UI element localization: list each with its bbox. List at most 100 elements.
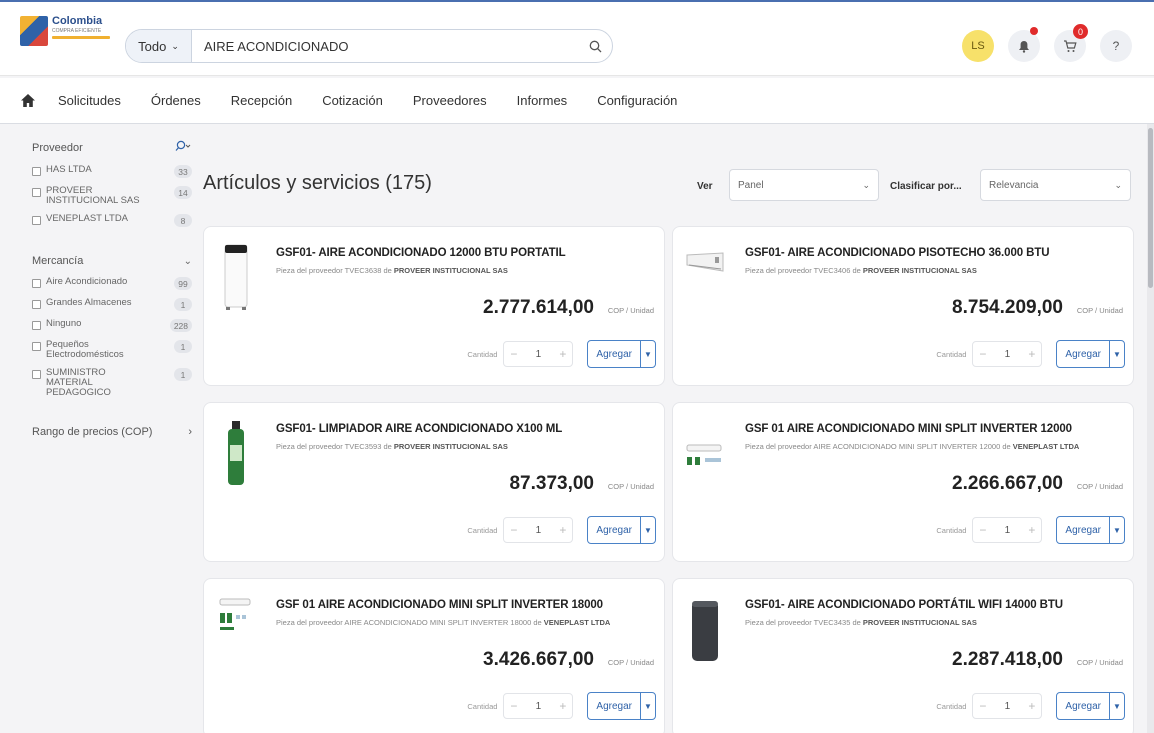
nav-solicitudes[interactable]: Solicitudes — [58, 93, 121, 108]
quantity-stepper[interactable]: − 1 + — [972, 341, 1043, 367]
product-title[interactable]: GSF 01 AIRE ACONDICIONADO MINI SPLIT INV… — [276, 599, 603, 611]
provider-filter-header[interactable]: Proveedor — [32, 140, 192, 155]
nav-recepcion[interactable]: Recepción — [231, 93, 292, 108]
mini-split-icon[interactable] — [216, 597, 256, 667]
quantity-stepper[interactable]: − 1 + — [972, 693, 1043, 719]
merch-filter-header[interactable]: Mercancía ⌄ — [32, 255, 192, 267]
mini-split-icon[interactable] — [685, 443, 725, 513]
price-unit: COP / Unidad — [607, 658, 654, 667]
add-to-cart-button[interactable]: Agregar ▼ — [1056, 692, 1125, 720]
product-title[interactable]: GSF01- AIRE ACONDICIONADO PORTÁTIL WIFI … — [745, 599, 1063, 611]
search-category-dropdown[interactable]: Todo ⌄ — [126, 30, 192, 62]
search-icon[interactable] — [578, 40, 612, 53]
filter-option-merch[interactable]: Grandes Almacenes 1 — [32, 298, 192, 311]
chevron-down-icon[interactable]: ▼ — [1110, 341, 1124, 367]
quantity-value[interactable]: 1 — [1005, 701, 1011, 712]
filter-search-icon[interactable] — [172, 140, 192, 155]
user-avatar[interactable]: LS — [962, 30, 994, 62]
quantity-value[interactable]: 1 — [1005, 349, 1011, 360]
product-card[interactable]: GSF01- AIRE ACONDICIONADO PISOTECHO 36.0… — [672, 226, 1134, 386]
minus-icon[interactable]: − — [979, 699, 986, 713]
plus-icon[interactable]: + — [1028, 523, 1035, 537]
filter-option-merch[interactable]: Aire Acondicionado 99 — [32, 277, 192, 290]
product-card[interactable]: GSF01- AIRE ACONDICIONADO PORTÁTIL WIFI … — [672, 578, 1134, 733]
minus-icon[interactable]: − — [979, 347, 986, 361]
colombia-compra-logo[interactable]: Colombia COMPRA EFICIENTE — [20, 16, 112, 54]
add-to-cart-button[interactable]: Agregar ▼ — [587, 516, 656, 544]
product-card[interactable]: GSF 01 AIRE ACONDICIONADO MINI SPLIT INV… — [203, 578, 665, 733]
minus-icon[interactable]: − — [510, 699, 517, 713]
add-to-cart-button[interactable]: Agregar ▼ — [587, 340, 656, 368]
checkbox[interactable] — [32, 300, 41, 309]
home-icon[interactable] — [20, 93, 36, 108]
nav-cotizacion[interactable]: Cotización — [322, 93, 383, 108]
minus-icon[interactable]: − — [510, 523, 517, 537]
chevron-down-icon[interactable]: ▼ — [1110, 517, 1124, 543]
quantity-stepper[interactable]: − 1 + — [503, 517, 574, 543]
product-title[interactable]: GSF 01 AIRE ACONDICIONADO MINI SPLIT INV… — [745, 423, 1072, 435]
product-title[interactable]: GSF01- AIRE ACONDICIONADO 12000 BTU PORT… — [276, 247, 566, 259]
notifications-button[interactable] — [1008, 27, 1040, 62]
nav-informes[interactable]: Informes — [517, 93, 568, 108]
sort-select[interactable]: Relevancia ⌄ — [980, 169, 1131, 201]
chevron-down-icon[interactable]: ▼ — [641, 517, 655, 543]
price-unit: COP / Unidad — [1076, 306, 1123, 315]
logo-subtitle: COMPRA EFICIENTE — [52, 28, 102, 34]
view-select[interactable]: Panel ⌄ — [729, 169, 879, 201]
nav-configuracion[interactable]: Configuración — [597, 93, 677, 108]
filter-option-merch[interactable]: Pequeños Electrodomésticos 1 — [32, 340, 192, 360]
product-title[interactable]: GSF01- AIRE ACONDICIONADO PISOTECHO 36.0… — [745, 247, 1050, 259]
checkbox[interactable] — [32, 279, 41, 288]
plus-icon[interactable]: + — [559, 699, 566, 713]
checkbox[interactable] — [32, 321, 41, 330]
filter-option-provider[interactable]: PROVEER INSTITUCIONAL SAS 14 — [32, 186, 192, 206]
price-range-filter[interactable]: Rango de precios (COP) › — [32, 426, 192, 438]
filter-option-provider[interactable]: HAS LTDA 33 — [32, 165, 192, 178]
filter-option-merch[interactable]: Ninguno 228 — [32, 319, 192, 332]
add-to-cart-button[interactable]: Agregar ▼ — [1056, 340, 1125, 368]
minus-icon[interactable]: − — [979, 523, 986, 537]
checkbox[interactable] — [32, 188, 41, 197]
logo-title: Colombia — [52, 15, 103, 27]
ceiling-ac-icon[interactable] — [685, 251, 725, 321]
product-title[interactable]: GSF01- LIMPIADOR AIRE ACONDICIONADO X100… — [276, 423, 562, 435]
chevron-down-icon[interactable]: ▼ — [641, 693, 655, 719]
nav-ordenes[interactable]: Órdenes — [151, 93, 201, 108]
product-card[interactable]: GSF01- AIRE ACONDICIONADO 12000 BTU PORT… — [203, 226, 665, 386]
portable-ac-icon[interactable] — [216, 243, 256, 313]
checkbox[interactable] — [32, 370, 41, 379]
quantity-value[interactable]: 1 — [536, 525, 542, 536]
chevron-down-icon[interactable]: ▼ — [1110, 693, 1124, 719]
quantity-stepper[interactable]: − 1 + — [503, 341, 574, 367]
plus-icon[interactable]: + — [1028, 347, 1035, 361]
help-button[interactable]: ? — [1100, 30, 1132, 62]
chevron-down-icon[interactable]: ⌄ — [184, 256, 192, 267]
filter-option-merch[interactable]: SUMINISTRO MATERIAL PEDAGOGICO 1 — [32, 368, 192, 398]
minus-icon[interactable]: − — [510, 347, 517, 361]
chevron-down-icon[interactable]: ▼ — [641, 341, 655, 367]
quantity-value[interactable]: 1 — [536, 349, 542, 360]
add-to-cart-button[interactable]: Agregar ▼ — [587, 692, 656, 720]
product-card[interactable]: GSF01- LIMPIADOR AIRE ACONDICIONADO X100… — [203, 402, 665, 562]
plus-icon[interactable]: + — [559, 523, 566, 537]
cart-button[interactable]: 0 — [1054, 24, 1088, 62]
cleaner-bottle-icon[interactable] — [216, 419, 256, 489]
provider-filter-title: Proveedor — [32, 141, 83, 154]
filter-option-provider[interactable]: VENEPLAST LTDA 8 — [32, 214, 192, 227]
add-to-cart-button[interactable]: Agregar ▼ — [1056, 516, 1125, 544]
checkbox[interactable] — [32, 342, 41, 351]
scrollbar-thumb[interactable] — [1148, 128, 1153, 288]
checkbox[interactable] — [32, 167, 41, 176]
quantity-stepper[interactable]: − 1 + — [503, 693, 574, 719]
quantity-value[interactable]: 1 — [1005, 525, 1011, 536]
plus-icon[interactable]: + — [559, 347, 566, 361]
quantity-label: Cantidad — [936, 701, 967, 711]
quantity-value[interactable]: 1 — [536, 701, 542, 712]
nav-proveedores[interactable]: Proveedores — [413, 93, 487, 108]
search-input[interactable] — [192, 38, 578, 54]
checkbox[interactable] — [32, 216, 41, 225]
product-card[interactable]: GSF 01 AIRE ACONDICIONADO MINI SPLIT INV… — [672, 402, 1134, 562]
portable-ac-dark-icon[interactable] — [685, 595, 725, 665]
quantity-stepper[interactable]: − 1 + — [972, 517, 1043, 543]
plus-icon[interactable]: + — [1028, 699, 1035, 713]
